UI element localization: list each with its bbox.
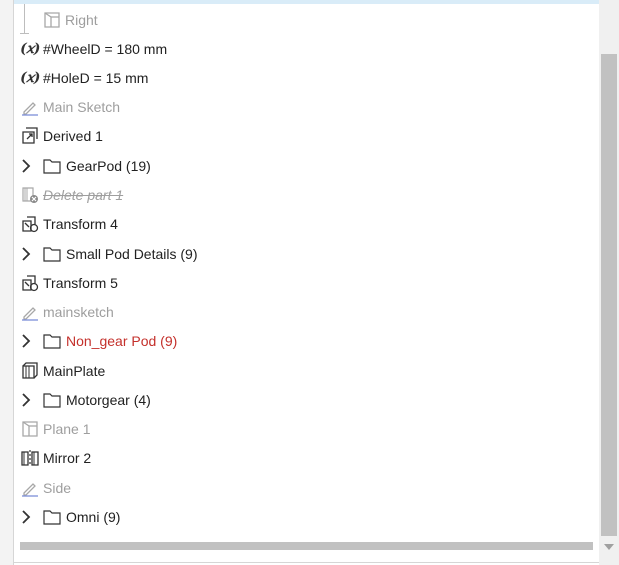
tree-item-derived-1[interactable]: Derived 1 — [14, 121, 599, 150]
tree-item-label: Derived 1 — [43, 127, 103, 144]
tree-item-mainplate[interactable]: MainPlate — [14, 356, 599, 385]
tree-item-label: MainPlate — [43, 362, 106, 379]
tree-folder-omni[interactable]: Omni (9) — [14, 502, 599, 531]
tree-folder-gearpod[interactable]: GearPod (19) — [14, 151, 599, 180]
tree-item-holed-variable[interactable]: (𝑥) #HoleD = 15 mm — [14, 63, 599, 92]
transform-icon — [20, 273, 40, 293]
tree-item-label: #HoleD = 15 mm — [43, 69, 149, 86]
chevron-right-icon[interactable] — [18, 392, 34, 408]
panel-bottom-border — [14, 562, 599, 563]
tree-item-right[interactable]: Right — [14, 5, 599, 34]
mirror-icon — [20, 448, 40, 468]
tree-folder-small-pod-details[interactable]: Small Pod Details (9) — [14, 239, 599, 268]
plane-icon — [42, 10, 62, 30]
sketch-icon — [20, 478, 40, 498]
left-gutter — [0, 0, 13, 565]
tree-item-main-sketch[interactable]: Main Sketch — [14, 92, 599, 121]
tree-item-transform-5[interactable]: Transform 5 — [14, 268, 599, 297]
tree-item-plane-1[interactable]: Plane 1 — [14, 414, 599, 443]
tree-item-label: Right — [65, 11, 98, 28]
chevron-right-icon[interactable] — [18, 509, 34, 525]
tree-item-label: Omni (9) — [66, 508, 121, 525]
selected-row-highlight — [14, 0, 599, 4]
tree-item-label: Delete part 1 — [43, 186, 124, 203]
tree-item-wheeld-variable[interactable]: (𝑥) #WheelD = 180 mm — [14, 34, 599, 63]
folder-icon — [42, 331, 62, 351]
variable-icon: (𝑥) — [20, 69, 40, 86]
scroll-down-arrow-icon[interactable] — [603, 541, 615, 553]
folder-icon — [42, 156, 62, 176]
horizontal-scrollbar-thumb[interactable] — [20, 542, 593, 550]
tree-item-mainsketch[interactable]: mainsketch — [14, 297, 599, 326]
extrude-icon — [20, 361, 40, 381]
folder-icon — [42, 390, 62, 410]
sketch-icon — [20, 97, 40, 117]
tree-item-side[interactable]: Side — [14, 473, 599, 502]
sketch-icon — [20, 302, 40, 322]
tree-item-label: #WheelD = 180 mm — [43, 40, 168, 57]
tree-item-label: Transform 4 — [43, 215, 118, 232]
derived-icon — [20, 126, 40, 146]
tree-item-label: Side — [43, 479, 72, 496]
chevron-right-icon[interactable] — [18, 246, 34, 262]
tree-item-label: Transform 5 — [43, 274, 118, 291]
transform-icon — [20, 214, 40, 234]
delete-part-icon — [20, 185, 40, 205]
tree-item-label: mainsketch — [43, 303, 114, 320]
tree-item-delete-part-1[interactable]: Delete part 1 — [14, 180, 599, 209]
plane-icon — [20, 419, 40, 439]
tree-item-label: Non_gear Pod (9) — [66, 332, 178, 349]
folder-icon — [42, 507, 62, 527]
tree-item-label: Small Pod Details (9) — [66, 245, 198, 262]
tree-folder-non-gear-pod[interactable]: Non_gear Pod (9) — [14, 326, 599, 355]
tree-item-label: Plane 1 — [43, 420, 91, 437]
variable-icon: (𝑥) — [20, 40, 40, 57]
chevron-right-icon[interactable] — [18, 158, 34, 174]
folder-icon — [42, 244, 62, 264]
tree-item-label: Motorgear (4) — [66, 391, 151, 408]
tree-item-label: Mirror 2 — [43, 449, 92, 466]
tree-item-label: GearPod (19) — [66, 157, 151, 174]
vertical-scrollbar-thumb[interactable] — [601, 54, 617, 536]
tree-item-label: Main Sketch — [43, 98, 121, 115]
chevron-right-icon[interactable] — [18, 333, 34, 349]
tree-item-transform-4[interactable]: Transform 4 — [14, 209, 599, 238]
tree-folder-motorgear[interactable]: Motorgear (4) — [14, 385, 599, 414]
tree-item-mirror-2[interactable]: Mirror 2 — [14, 443, 599, 472]
